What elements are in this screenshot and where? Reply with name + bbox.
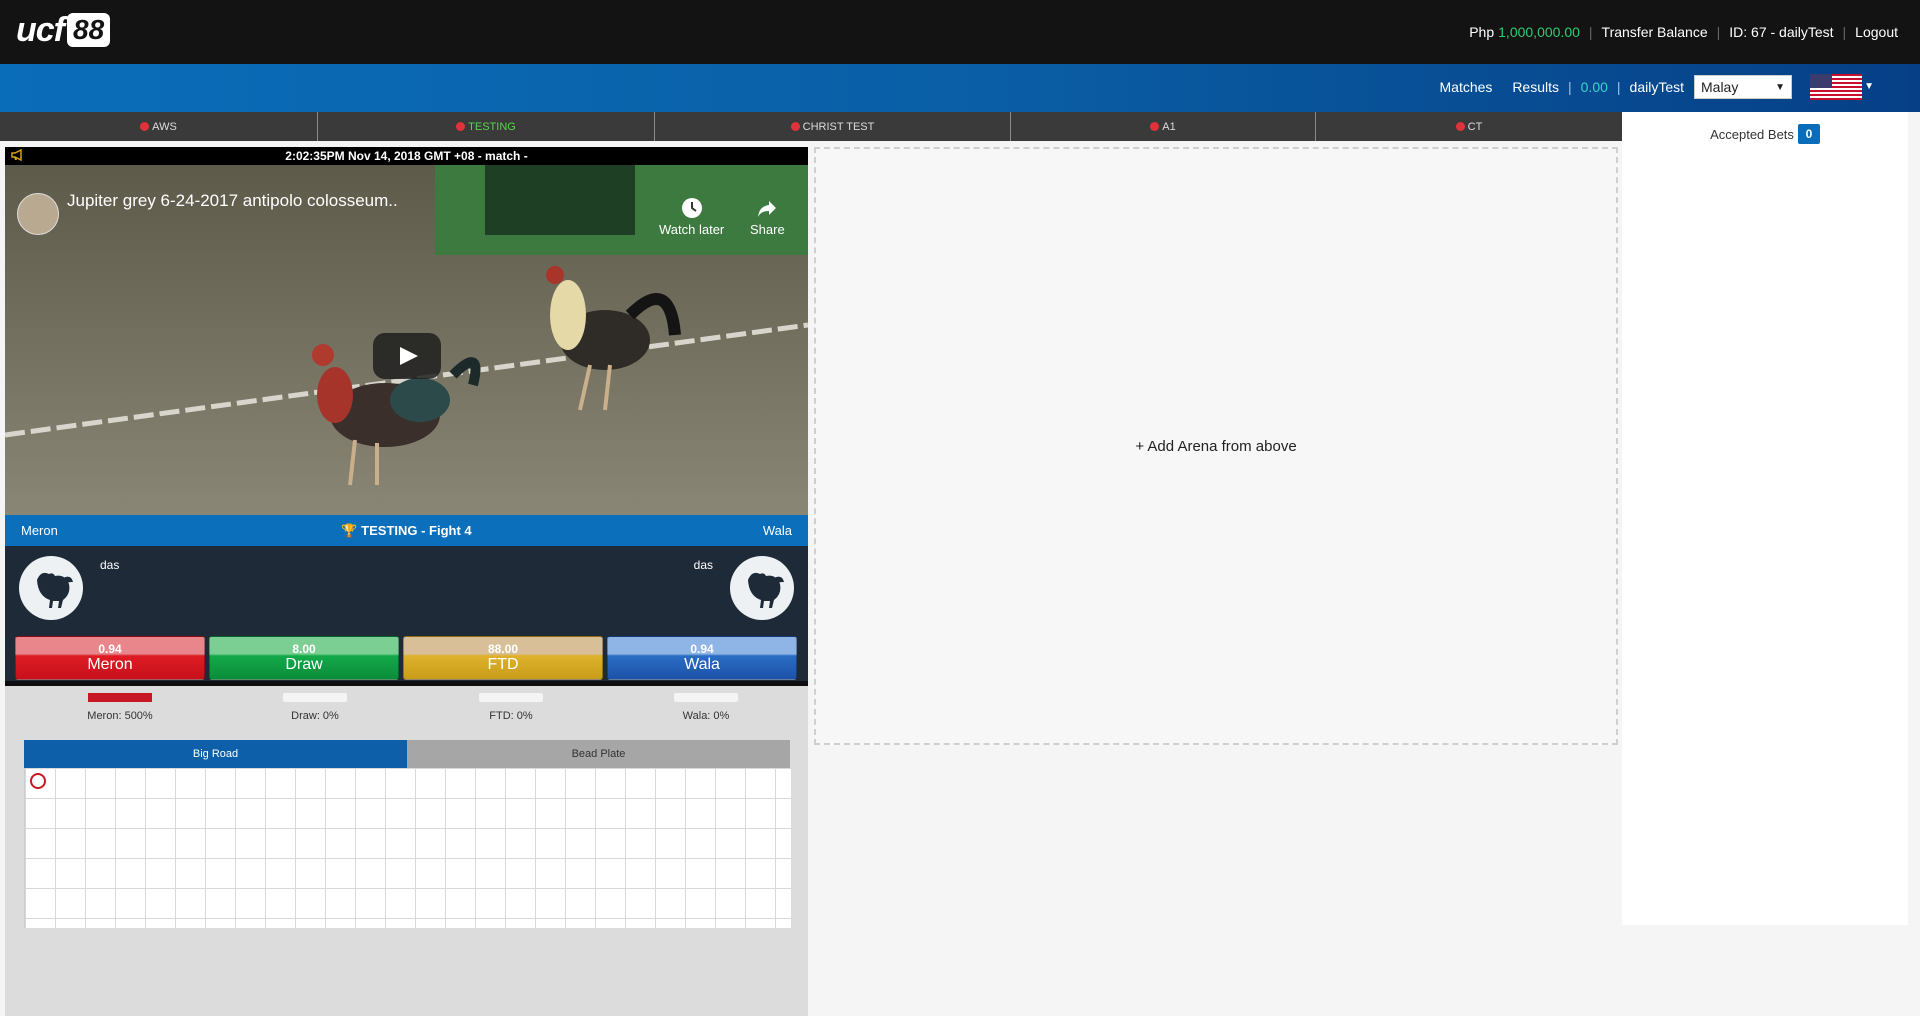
bet-odds: 88.00 [487,642,519,656]
arena-tabs: AWS TESTING CHRIST TEST A1 CT [0,112,1622,141]
add-arena-label: + Add Arena from above [1135,437,1297,455]
tab-big-road[interactable]: Big Road [24,740,407,768]
stat-bar [674,693,738,702]
us-flag-icon[interactable]: ▼ [1810,74,1874,100]
match-panel: 2:02:35PM Nov 14, 2018 GMT +08 - match - [5,147,808,1016]
bet-wala-button[interactable]: 0.94 Wala [607,636,797,680]
add-arena-panel[interactable]: + Add Arena from above [814,147,1618,745]
stat-draw: Draw: 0% [255,693,375,722]
match-datetime: 2:02:35PM Nov 14, 2018 GMT +08 - match - [285,149,528,163]
tab-label: AWS [152,120,177,133]
video-title[interactable]: Jupiter grey 6-24-2017 antipolo colosseu… [67,191,398,211]
stat-bar [283,693,347,702]
tab-ct[interactable]: CT [1316,112,1622,141]
currency-label: Php [1469,24,1495,40]
tab-christ-test[interactable]: CHRIST TEST [655,112,1011,141]
watch-later-label: Watch later [659,222,725,237]
logout-link[interactable]: Logout [1855,24,1898,40]
bet-label: Meron [87,656,133,673]
play-button[interactable] [373,333,441,379]
stat-label: Draw: 0% [291,710,339,722]
stat-meron: Meron: 500% [60,693,180,722]
meron-rooster-icon [19,556,83,620]
matches-link[interactable]: Matches [1440,79,1493,95]
video-player[interactable]: Jupiter grey 6-24-2017 antipolo colosseu… [5,165,808,515]
fight-title: 🏆 TESTING - Fight 4 [5,523,808,539]
status-dot-icon [1150,122,1160,131]
fight-title-text: TESTING - Fight 4 [361,522,472,538]
status-dot-icon [1455,122,1465,131]
bet-ftd-button[interactable]: 88.00 FTD [403,636,603,680]
transfer-balance-link[interactable]: Transfer Balance [1602,24,1708,40]
stat-bar [88,693,152,702]
brand-logo[interactable]: ucf 88 [16,10,111,49]
logo-text: ucf [16,10,65,49]
nav-menu: Matches Results | 0.00 | dailyTest Malay… [1440,74,1874,100]
bet-meron-button[interactable]: 0.94 Meron [15,636,205,680]
road-tabs: Big Road Bead Plate [24,740,790,768]
results-link[interactable]: Results [1512,79,1559,95]
account-bar: Php 1,000,000.00 | Transfer Balance | ID… [1469,24,1898,40]
match-header: 2:02:35PM Nov 14, 2018 GMT +08 - match - [5,147,808,165]
stat-label: FTD: 0% [489,710,533,722]
accepted-bets[interactable]: Accepted Bets 0 [1622,124,1908,144]
logo-number: 88 [67,13,111,47]
tab-aws[interactable]: AWS [0,112,318,141]
fighters-row: das das [5,546,808,636]
tab-label: A1 [1162,120,1176,133]
language-value: Malay [1701,79,1739,95]
clock-icon [681,198,702,218]
wala-name: das [693,558,713,572]
stat-label: Meron: 500% [87,710,153,722]
play-icon [400,347,418,365]
tab-bead-plate[interactable]: Bead Plate [407,740,790,768]
status-dot-icon [456,122,466,131]
bet-odds: 8.00 [292,642,316,656]
tab-testing[interactable]: TESTING [318,112,655,141]
channel-avatar[interactable] [17,193,59,235]
wala-rooster-icon [730,556,794,620]
wallet-balance: 0.00 [1580,79,1608,95]
stat-ftd: FTD: 0% [451,693,571,722]
stats-panel: Meron: 500% Draw: 0% FTD: 0% Wala: 0% Bi… [5,686,808,1016]
tab-label: CT [1467,120,1483,133]
stat-label: Wala: 0% [682,710,730,722]
megaphone-icon[interactable] [11,148,25,164]
bet-draw-button[interactable]: 8.00 Draw [209,636,399,680]
status-dot-icon [790,122,800,131]
share-label: Share [750,222,785,237]
bet-odds: 0.94 [98,642,122,656]
nav-bar: Matches Results | 0.00 | dailyTest Malay… [0,64,1920,112]
bet-odds: 0.94 [690,642,714,656]
accepted-bets-count: 0 [1797,124,1820,144]
meron-result-marker [30,773,46,789]
bet-label: Draw [285,656,323,673]
meron-name: das [100,558,120,572]
watch-later-button[interactable]: Watch later [659,197,724,237]
stat-wala: Wala: 0% [646,693,766,722]
username-label: dailyTest [1629,79,1684,95]
big-road-grid [24,768,791,928]
bets-sidebar: Accepted Bets 0 [1622,112,1908,925]
language-select[interactable]: Malay ▼ [1694,75,1792,99]
trophy-icon: 🏆 [341,522,358,538]
stat-bar [479,693,543,702]
dropdown-arrow-icon: ▼ [1775,81,1785,93]
share-icon [758,201,777,217]
tab-a1[interactable]: A1 [1011,112,1316,141]
user-id-label: ID: 67 - dailyTest [1729,24,1834,40]
bet-buttons: 0.94 Meron 8.00 Draw 88.00 FTD 0.94 Wala [5,636,808,681]
status-dot-icon [140,122,150,131]
flag-caret-icon: ▼ [1864,81,1874,92]
fight-bar: Meron 🏆 TESTING - Fight 4 Wala [5,515,808,546]
top-bar: ucf 88 Php 1,000,000.00 | Transfer Balan… [0,0,1920,64]
tab-label: CHRIST TEST [802,120,875,133]
accepted-bets-label: Accepted Bets [1710,126,1794,142]
main-balance: 1,000,000.00 [1498,24,1580,40]
share-button[interactable]: Share [750,197,785,237]
bet-label: Wala [684,656,720,673]
bet-label: FTD [487,656,519,673]
tab-label: TESTING [468,120,516,133]
